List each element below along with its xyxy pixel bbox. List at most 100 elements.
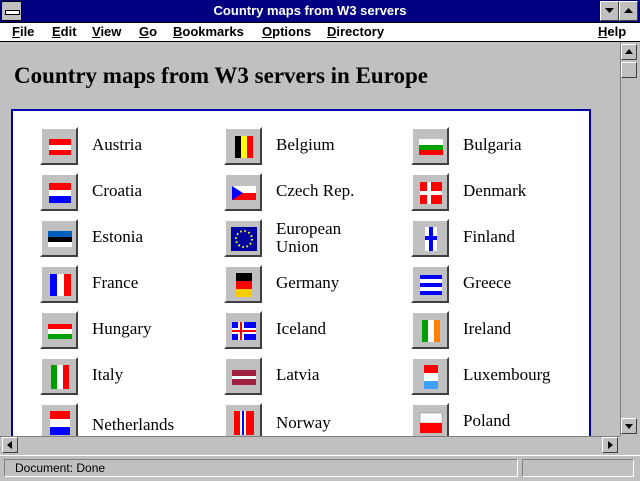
menu-edit[interactable]: Edit	[52, 24, 77, 39]
scroll-up-button[interactable]	[621, 44, 637, 60]
flag-button[interactable]	[224, 127, 262, 165]
norway-map-icon	[234, 411, 254, 435]
flag-button[interactable]	[224, 219, 262, 257]
country-name[interactable]: Denmark	[463, 182, 526, 200]
country-name[interactable]: Czech Rep.	[276, 182, 354, 200]
flag-button[interactable]	[224, 311, 262, 349]
menu-bookmarks[interactable]: Bookmarks	[173, 24, 244, 39]
flag-button[interactable]	[40, 265, 78, 303]
flag-button[interactable]	[40, 403, 78, 436]
flag-button[interactable]	[40, 357, 78, 395]
scroll-right-button[interactable]	[602, 437, 618, 453]
country-link-ireland[interactable]: Ireland	[411, 311, 586, 355]
system-menu-icon[interactable]	[1, 1, 22, 21]
country-name[interactable]: Ireland	[463, 320, 511, 338]
country-name[interactable]: Greece	[463, 274, 511, 292]
menu-go[interactable]: Go	[139, 24, 157, 39]
menu-directory[interactable]: Directory	[327, 24, 384, 39]
country-link-greece[interactable]: Greece	[411, 265, 586, 309]
country-name[interactable]: Germany	[276, 274, 339, 292]
country-name[interactable]: Latvia	[276, 366, 319, 384]
country-name[interactable]: Estonia	[92, 228, 143, 246]
country-name[interactable]: Norway	[276, 414, 331, 432]
country-link-hungary[interactable]: Hungary	[40, 311, 215, 355]
flag-button[interactable]	[411, 357, 449, 395]
flag-button[interactable]	[224, 173, 262, 211]
flag-button[interactable]	[411, 173, 449, 211]
flag-button[interactable]	[40, 311, 78, 349]
netherlands-map-icon	[50, 411, 70, 435]
flag-button[interactable]	[40, 173, 78, 211]
country-name[interactable]: Hungary	[92, 320, 151, 338]
country-name[interactable]: European Union	[276, 220, 386, 256]
country-link-germany[interactable]: Germany	[224, 265, 399, 309]
country-name[interactable]: Iceland	[276, 320, 326, 338]
country-link-france[interactable]: France	[40, 265, 215, 309]
flag-button[interactable]	[411, 127, 449, 165]
country-link-italy[interactable]: Italy	[40, 357, 215, 401]
arrow-down-icon	[625, 424, 633, 429]
flag-button[interactable]	[411, 311, 449, 349]
country-link-norway[interactable]: Norway	[224, 403, 399, 436]
scroll-down-button[interactable]	[621, 418, 637, 434]
country-link-luxembourg[interactable]: Luxembourg	[411, 357, 586, 401]
country-name[interactable]: Finland	[463, 228, 515, 246]
estonia-map-icon	[48, 231, 72, 247]
window-title: Country maps from W3 servers	[213, 3, 407, 18]
arrow-right-icon	[608, 441, 613, 449]
flag-button[interactable]	[224, 403, 262, 436]
country-link-austria[interactable]: Austria	[40, 127, 215, 171]
country-link-iceland[interactable]: Iceland	[224, 311, 399, 355]
eu-flag-icon	[231, 227, 257, 251]
scroll-left-button[interactable]	[2, 437, 18, 453]
country-name[interactable]: Austria	[92, 136, 142, 154]
country-link-belgium[interactable]: Belgium	[224, 127, 399, 171]
menu-bar: File Edit View Go Bookmarks Options Dire…	[0, 23, 640, 42]
country-name[interactable]: Belgium	[276, 136, 335, 154]
maximize-button[interactable]	[619, 1, 638, 21]
title-bar: Country maps from W3 servers	[0, 0, 640, 23]
country-name[interactable]: Netherlands	[92, 416, 174, 434]
minimize-icon	[605, 8, 614, 13]
status-bar: Document: Done	[0, 455, 640, 481]
flag-button[interactable]	[40, 127, 78, 165]
country-link-eu[interactable]: European Union	[224, 219, 399, 263]
country-name[interactable]: Bulgaria	[463, 136, 522, 154]
country-name[interactable]: Poland	[463, 412, 510, 430]
arrow-up-icon	[625, 49, 633, 54]
country-name[interactable]: Croatia	[92, 182, 142, 200]
menu-options[interactable]: Options	[262, 24, 311, 39]
country-grid: Austria Belgium Bulgaria Croatia Czech R…	[11, 109, 591, 436]
country-link-bulgaria[interactable]: Bulgaria	[411, 127, 586, 171]
menu-view[interactable]: View	[92, 24, 121, 39]
flag-button[interactable]	[224, 265, 262, 303]
flag-button[interactable]	[40, 219, 78, 257]
poland-map-icon	[419, 412, 443, 433]
menu-help[interactable]: Help	[598, 24, 626, 39]
vertical-scrollbar[interactable]	[620, 42, 639, 436]
flag-button[interactable]	[411, 219, 449, 257]
country-link-estonia[interactable]: Estonia	[40, 219, 215, 263]
czech-map-icon	[232, 186, 256, 200]
flag-button[interactable]	[411, 403, 449, 436]
horizontal-scrollbar[interactable]	[0, 436, 620, 455]
country-link-latvia[interactable]: Latvia	[224, 357, 399, 401]
country-link-czech[interactable]: Czech Rep.	[224, 173, 399, 217]
country-link-netherlands[interactable]: Netherlands	[40, 403, 215, 436]
flag-button[interactable]	[224, 357, 262, 395]
country-name[interactable]: Italy	[92, 366, 123, 384]
menu-file[interactable]: File	[12, 24, 34, 39]
country-link-croatia[interactable]: Croatia	[40, 173, 215, 217]
country-link-finland[interactable]: Finland	[411, 219, 586, 263]
flag-button[interactable]	[411, 265, 449, 303]
luxembourg-map-icon	[424, 365, 438, 389]
country-name[interactable]: Luxembourg	[463, 366, 551, 384]
scroll-thumb[interactable]	[621, 62, 637, 78]
scroll-corner	[620, 436, 640, 454]
germany-map-icon	[236, 273, 252, 297]
finland-map-icon	[425, 227, 437, 251]
country-link-poland[interactable]: Poland	[411, 403, 586, 436]
country-name[interactable]: France	[92, 274, 138, 292]
country-link-denmark[interactable]: Denmark	[411, 173, 586, 217]
minimize-button[interactable]	[600, 1, 619, 21]
